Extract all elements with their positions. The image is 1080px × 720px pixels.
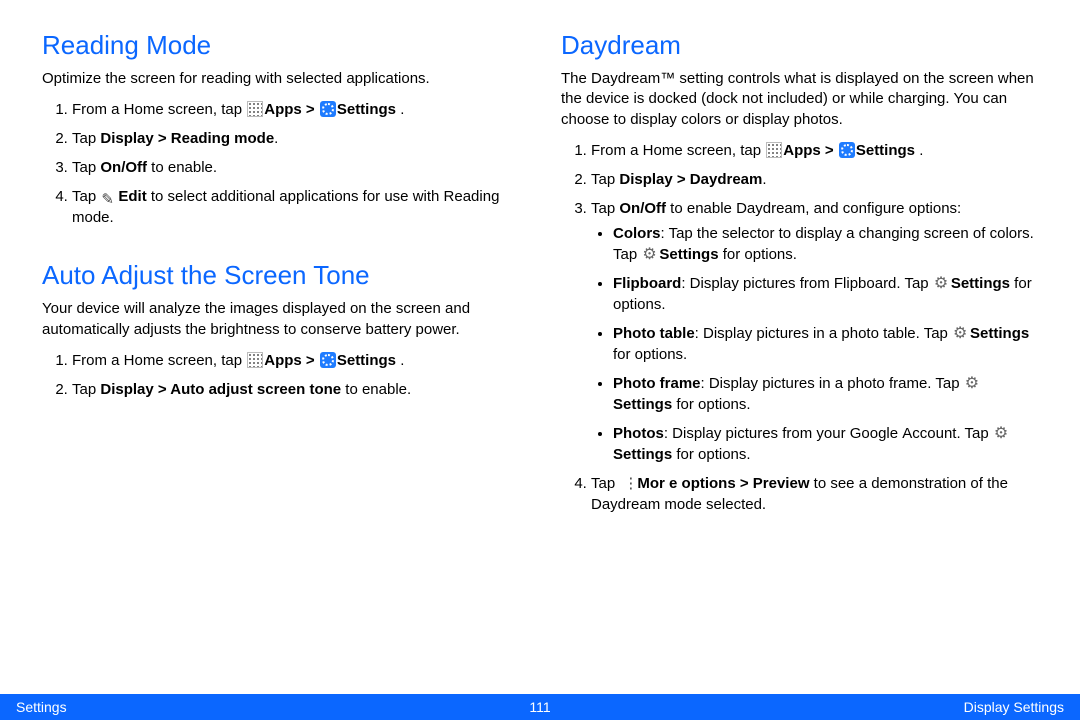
list-item: From a Home screen, tap Apps > Settings … <box>72 99 525 120</box>
gear-icon <box>994 425 1010 441</box>
list-item: Photos: Display pictures from your Googl… <box>613 423 1038 465</box>
gear-icon <box>642 246 658 262</box>
more-options-icon <box>620 475 636 491</box>
text: to enable. <box>341 381 411 398</box>
text: Photos <box>613 425 664 442</box>
text: Photo frame <box>613 375 701 392</box>
list-item: Tap Display > Auto adjust screen tone to… <box>72 379 525 400</box>
apps-grid-icon <box>247 352 263 368</box>
text: Display > Reading mode <box>100 130 274 147</box>
intro-daydream: The Daydream™ setting controls what is d… <box>561 69 1044 130</box>
list-item: Photo frame: Display pictures in a photo… <box>613 373 1038 415</box>
text: Settings <box>337 352 396 369</box>
text: Edit <box>118 188 146 205</box>
right-column: Daydream The Daydream™ setting controls … <box>561 24 1044 523</box>
text: Settings <box>613 446 672 463</box>
text: : Display pictures in a photo frame. Tap <box>701 375 964 392</box>
text: Flipboard <box>613 275 681 292</box>
text: for options. <box>672 396 750 413</box>
text: Settings <box>659 246 718 263</box>
text: Settings <box>337 101 396 118</box>
footer-right: Display Settings <box>964 699 1064 715</box>
text: From a Home screen, tap <box>72 352 246 369</box>
text: Tap <box>591 171 619 188</box>
list-item: Colors: Tap the selector to display a ch… <box>613 223 1038 265</box>
text: Apps > <box>264 101 319 118</box>
text: Settings <box>613 396 672 413</box>
apps-grid-icon <box>766 142 782 158</box>
text: Tap <box>591 475 619 492</box>
text: Apps > <box>264 352 319 369</box>
text: . <box>396 352 404 369</box>
text: Tap <box>72 159 100 176</box>
text: Tap <box>591 200 619 217</box>
text: : Display pictures from Flipboard. Tap <box>681 275 933 292</box>
text: Settings <box>970 325 1029 342</box>
text: Tap <box>72 130 100 147</box>
text: On/Off <box>619 200 666 217</box>
text: for options. <box>672 446 750 463</box>
text: Apps > <box>783 142 838 159</box>
list-item: Flipboard: Display pictures from Flipboa… <box>613 273 1038 315</box>
steps-reading-mode: From a Home screen, tap Apps > Settings … <box>42 99 525 228</box>
list-item: Photo table: Display pictures in a photo… <box>613 323 1038 365</box>
daydream-options: Colors: Tap the selector to display a ch… <box>591 223 1038 465</box>
intro-auto-adjust: Your device will analyze the images disp… <box>42 299 525 340</box>
list-item: Tap Display > Reading mode. <box>72 128 525 149</box>
text: Colors <box>613 225 661 242</box>
list-item: Tap Edit to select additional applicatio… <box>72 186 525 228</box>
settings-gear-icon <box>320 101 336 117</box>
text: Mor e options > Preview <box>637 475 809 492</box>
text: to enable Daydream, and configure option… <box>666 200 961 217</box>
list-item: Tap On/Off to enable Daydream, and confi… <box>591 198 1044 465</box>
text: Photo table <box>613 325 695 342</box>
text: . <box>915 142 923 159</box>
heading-auto-adjust: Auto Adjust the Screen Tone <box>42 260 525 291</box>
text: : Display pictures in a photo table. Tap <box>695 325 952 342</box>
intro-reading-mode: Optimize the screen for reading with sel… <box>42 69 525 89</box>
list-item: Tap On/Off to enable. <box>72 157 525 178</box>
text: Display > Auto adjust screen tone <box>100 381 341 398</box>
gear-icon <box>953 325 969 341</box>
list-item: Tap Mor e options > Preview to see a dem… <box>591 473 1044 515</box>
text: Display > Daydream <box>619 171 762 188</box>
text: : Display pictures from your Google Acco… <box>664 425 993 442</box>
text: . <box>396 101 404 118</box>
list-item: From a Home screen, tap Apps > Settings … <box>72 350 525 371</box>
apps-grid-icon <box>247 101 263 117</box>
page-number: 111 <box>529 699 550 715</box>
text: From a Home screen, tap <box>591 142 765 159</box>
heading-daydream: Daydream <box>561 30 1044 61</box>
text: to enable. <box>147 159 217 176</box>
steps-auto-adjust: From a Home screen, tap Apps > Settings … <box>42 350 525 400</box>
text: Tap <box>72 381 100 398</box>
settings-gear-icon <box>320 352 336 368</box>
text: From a Home screen, tap <box>72 101 246 118</box>
text: . <box>762 171 766 188</box>
steps-daydream: From a Home screen, tap Apps > Settings … <box>561 140 1044 515</box>
settings-gear-icon <box>839 142 855 158</box>
text: Settings <box>951 275 1010 292</box>
list-item: Tap Display > Daydream. <box>591 169 1044 190</box>
pencil-icon <box>101 189 117 205</box>
text: Tap <box>72 188 100 205</box>
gear-icon <box>934 275 950 291</box>
list-item: From a Home screen, tap Apps > Settings … <box>591 140 1044 161</box>
text: . <box>274 130 278 147</box>
text: On/Off <box>100 159 147 176</box>
footer-left: Settings <box>16 699 67 715</box>
text: Settings <box>856 142 915 159</box>
text: for options. <box>613 346 687 363</box>
text: for options. <box>719 246 797 263</box>
heading-reading-mode: Reading Mode <box>42 30 525 61</box>
page-footer: Settings 111 Display Settings <box>0 694 1080 720</box>
gear-icon <box>965 375 981 391</box>
left-column: Reading Mode Optimize the screen for rea… <box>42 24 525 523</box>
